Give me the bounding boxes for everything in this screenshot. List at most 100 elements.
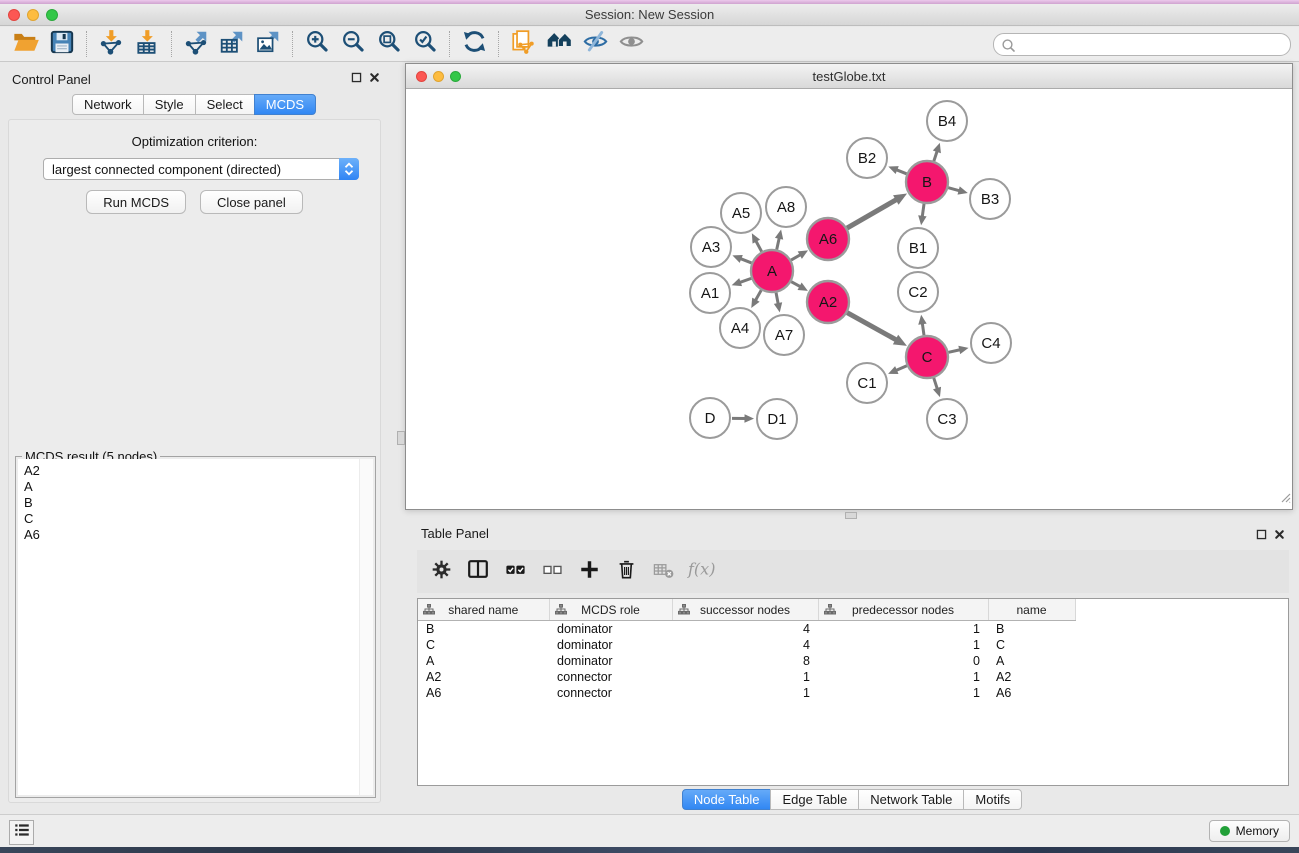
home-button[interactable] <box>541 29 577 59</box>
result-item[interactable]: A6 <box>24 527 373 543</box>
delete-column-button[interactable] <box>612 558 640 586</box>
refresh-button[interactable] <box>456 29 492 59</box>
cell[interactable]: 8 <box>672 653 818 669</box>
import-network-button[interactable] <box>93 29 129 59</box>
deselect-all-columns-button[interactable] <box>538 558 566 586</box>
search-box[interactable] <box>993 33 1291 56</box>
cell[interactable]: 1 <box>672 669 818 685</box>
import-table-button[interactable] <box>129 29 165 59</box>
result-scrollbar[interactable] <box>359 459 373 795</box>
open-folder-button[interactable] <box>8 29 44 59</box>
cell[interactable]: connector <box>549 669 672 685</box>
result-item[interactable]: B <box>24 495 373 511</box>
add-column-button[interactable] <box>575 558 603 586</box>
result-item[interactable]: A <box>24 479 373 495</box>
export-image-button[interactable] <box>250 29 286 59</box>
result-item[interactable]: C <box>24 511 373 527</box>
table-row[interactable]: A6connector11A6 <box>418 685 1288 701</box>
window-titlebar[interactable]: Session: New Session <box>0 4 1299 26</box>
float-panel-icon[interactable] <box>350 71 363 89</box>
cell[interactable]: connector <box>549 685 672 701</box>
splitter-handle-left[interactable] <box>397 431 405 445</box>
cell[interactable]: A2 <box>418 669 549 685</box>
column-header-name[interactable]: name <box>988 599 1075 621</box>
cell[interactable]: 1 <box>818 637 988 653</box>
table-row[interactable]: Cdominator41C <box>418 637 1288 653</box>
memory-button[interactable]: Memory <box>1209 820 1290 842</box>
cell[interactable]: dominator <box>549 637 672 653</box>
column-header-MCDS-role[interactable]: MCDS role <box>549 599 672 621</box>
network-graph[interactable]: AA1A2A3A4A5A6A7A8BB1B2B3B4CC1C2C3C4DD1 <box>406 89 1292 509</box>
hide-network-button[interactable] <box>577 29 613 59</box>
mcds-result-list[interactable]: A2ABCA6 <box>18 459 373 795</box>
cell[interactable]: A6 <box>418 685 549 701</box>
table-row[interactable]: Bdominator41B <box>418 621 1288 638</box>
select-stepper-icon[interactable] <box>339 158 359 180</box>
splitter-handle-bottom[interactable] <box>845 512 857 519</box>
network-canvas[interactable]: AA1A2A3A4A5A6A7A8BB1B2B3B4CC1C2C3C4DD1 <box>406 89 1292 509</box>
cell[interactable]: B <box>988 621 1075 638</box>
table-tab-node-table[interactable]: Node Table <box>682 789 772 810</box>
float-table-panel-icon[interactable] <box>1255 528 1268 546</box>
task-history-button[interactable] <box>9 820 34 845</box>
split-columns-button[interactable] <box>464 558 492 586</box>
edge-arrowhead <box>732 255 742 263</box>
export-network-button[interactable] <box>178 29 214 59</box>
delete-table-button[interactable] <box>649 558 677 586</box>
column-header-predecessor-nodes[interactable]: predecessor nodes <box>818 599 988 621</box>
cell[interactable]: A <box>418 653 549 669</box>
tab-mcds[interactable]: MCDS <box>254 94 316 115</box>
cell[interactable]: dominator <box>549 653 672 669</box>
table-row[interactable]: Adominator80A <box>418 653 1288 669</box>
node-table[interactable]: shared nameMCDS rolesuccessor nodesprede… <box>417 598 1289 786</box>
result-item[interactable]: A2 <box>24 463 373 479</box>
column-header-shared-name[interactable]: shared name <box>418 599 549 621</box>
graph-node-label: D <box>705 410 716 427</box>
graph-edge-B-B1[interactable] <box>922 204 924 218</box>
show-network-button[interactable] <box>613 29 649 59</box>
cell[interactable]: 1 <box>672 685 818 701</box>
network-from-selection-button[interactable] <box>505 29 541 59</box>
cell[interactable]: 4 <box>672 621 818 638</box>
graph-edge-A6-B[interactable] <box>847 199 897 228</box>
tab-network[interactable]: Network <box>72 94 144 115</box>
cell[interactable]: C <box>988 637 1075 653</box>
run-mcds-button[interactable]: Run MCDS <box>86 190 186 214</box>
select-all-columns-button[interactable] <box>501 558 529 586</box>
zoom-fit-button[interactable] <box>371 29 407 59</box>
cell[interactable]: 1 <box>818 685 988 701</box>
table-row[interactable]: A2connector11A2 <box>418 669 1288 685</box>
save-session-button[interactable] <box>44 29 80 59</box>
cell[interactable]: A6 <box>988 685 1075 701</box>
close-table-panel-icon[interactable] <box>1273 528 1286 546</box>
cell[interactable]: A2 <box>988 669 1075 685</box>
cell[interactable]: B <box>418 621 549 638</box>
close-panel-icon[interactable] <box>368 71 381 89</box>
function-builder-button[interactable]: f(x) <box>686 558 714 586</box>
cell[interactable]: 1 <box>818 621 988 638</box>
cell[interactable]: A <box>988 653 1075 669</box>
cell[interactable]: dominator <box>549 621 672 638</box>
table-tab-edge-table[interactable]: Edge Table <box>770 789 859 810</box>
network-window-titlebar[interactable]: testGlobe.txt <box>406 64 1292 89</box>
zoom-in-button[interactable] <box>299 29 335 59</box>
export-table-button[interactable] <box>214 29 250 59</box>
cell[interactable]: 1 <box>818 669 988 685</box>
column-header-successor-nodes[interactable]: successor nodes <box>672 599 818 621</box>
close-panel-button[interactable]: Close panel <box>200 190 303 214</box>
cell[interactable]: C <box>418 637 549 653</box>
tab-style[interactable]: Style <box>143 94 196 115</box>
search-input[interactable] <box>1018 36 1284 54</box>
tab-select[interactable]: Select <box>195 94 255 115</box>
cell[interactable]: 0 <box>818 653 988 669</box>
table-tab-motifs[interactable]: Motifs <box>963 789 1022 810</box>
toolbar-separator <box>498 31 499 57</box>
graph-edge-A2-C[interactable] <box>847 313 897 341</box>
zoom-out-button[interactable] <box>335 29 371 59</box>
zoom-selected-button[interactable] <box>407 29 443 59</box>
cell[interactable]: 4 <box>672 637 818 653</box>
table-tab-network-table[interactable]: Network Table <box>858 789 964 810</box>
resize-grip-icon[interactable] <box>1280 490 1291 508</box>
gear-button[interactable] <box>427 558 455 586</box>
optimization-criterion-select[interactable]: largest connected component (directed) <box>43 158 359 180</box>
